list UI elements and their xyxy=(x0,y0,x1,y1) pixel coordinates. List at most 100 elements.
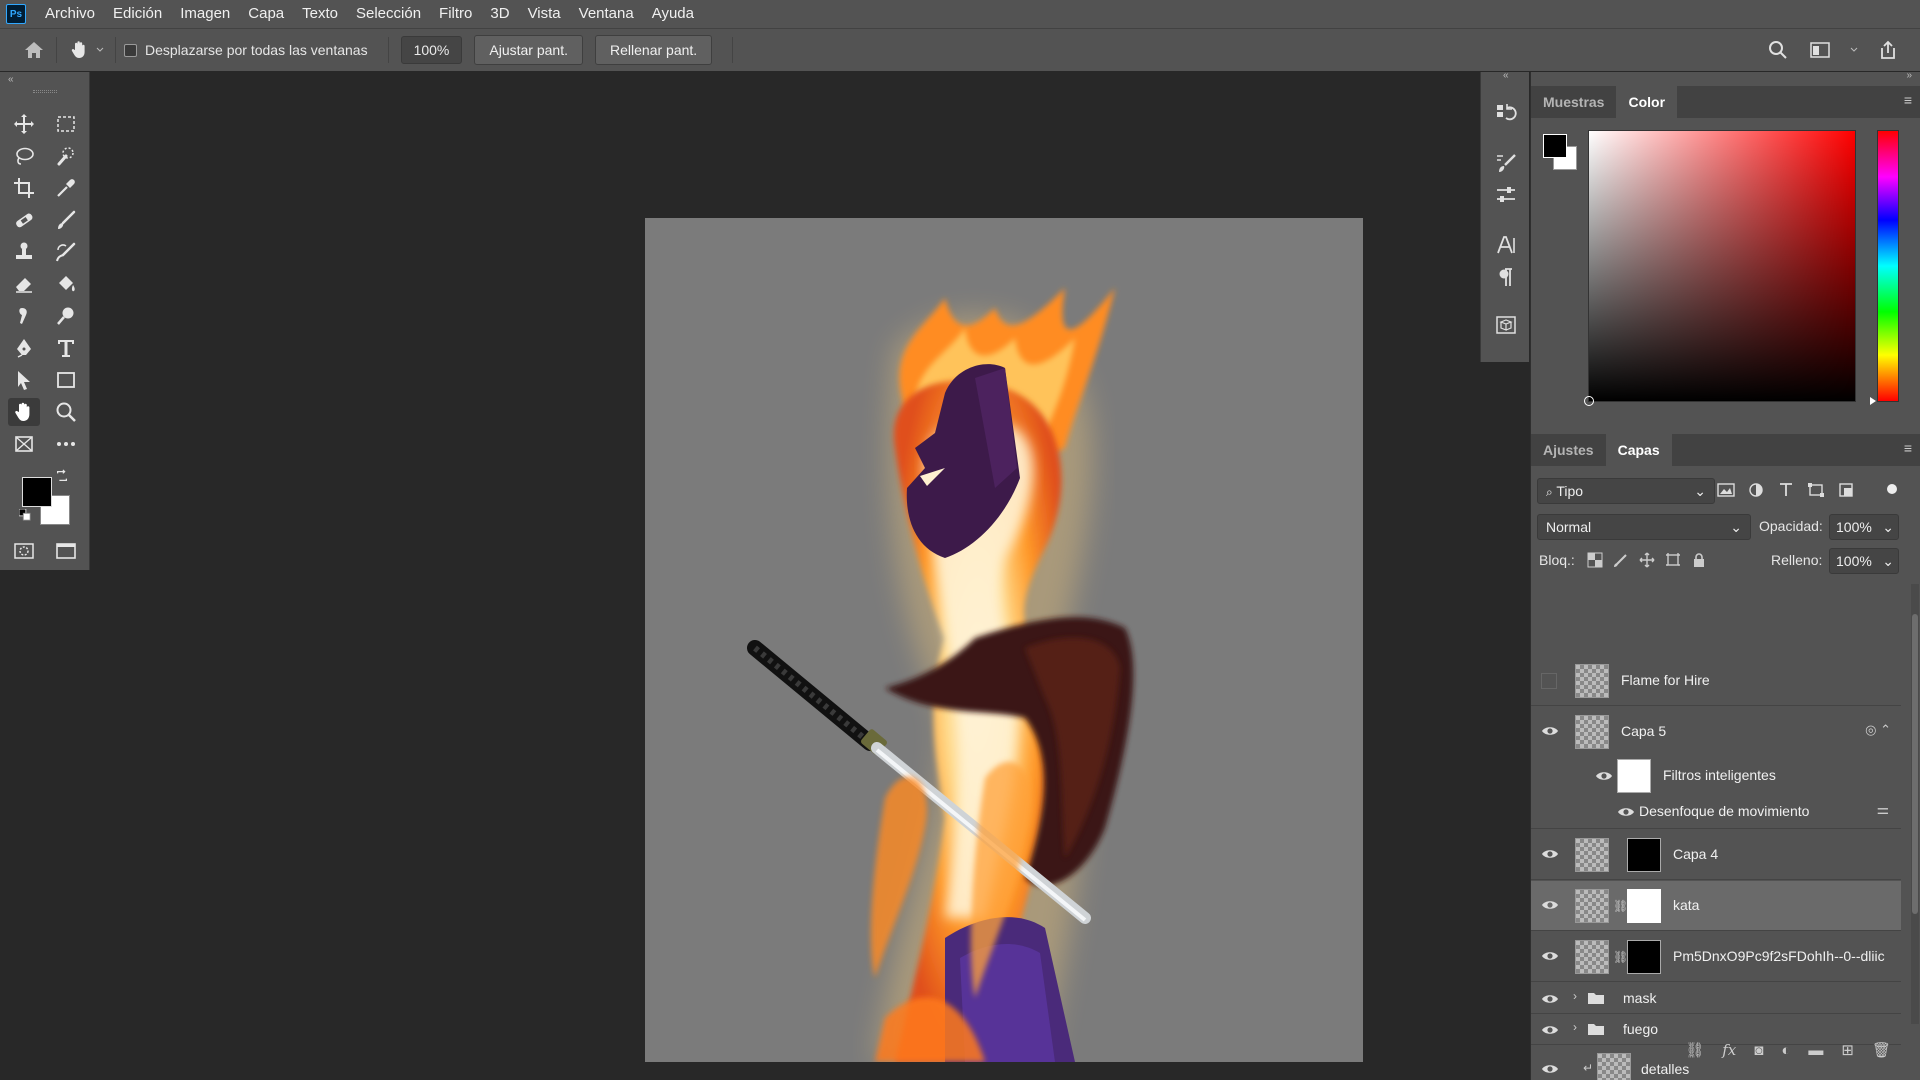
history-panel-icon[interactable] xyxy=(1493,100,1519,126)
paragraph-panel-icon[interactable] xyxy=(1493,264,1519,290)
layer-group-row[interactable]: › mask xyxy=(1531,983,1901,1014)
dodge-tool-icon[interactable] xyxy=(50,302,82,330)
layers-scrollbar[interactable] xyxy=(1911,584,1919,1024)
menu-imagen[interactable]: Imagen xyxy=(171,0,239,28)
lock-transparency-icon[interactable] xyxy=(1587,552,1603,568)
scrollbar-thumb[interactable] xyxy=(1912,614,1918,914)
brush-settings-icon[interactable] xyxy=(1493,150,1519,176)
layer-name[interactable]: Capa 5 xyxy=(1621,723,1666,739)
quick-mask-icon[interactable] xyxy=(8,537,40,565)
smart-object-filter-icon[interactable] xyxy=(1837,482,1855,498)
eyedropper-tool-icon[interactable] xyxy=(50,174,82,202)
fit-screen-button[interactable]: Ajustar pant. xyxy=(474,35,583,65)
clone-stamp-tool-icon[interactable] xyxy=(8,238,40,266)
lock-artboard-icon[interactable] xyxy=(1665,552,1681,568)
swap-colors-icon[interactable] xyxy=(54,468,70,484)
hue-slider-handle[interactable] xyxy=(1870,397,1876,405)
type-layer-filter-icon[interactable] xyxy=(1777,482,1795,498)
smudge-tool-icon[interactable] xyxy=(8,302,40,330)
3d-panel-icon[interactable] xyxy=(1493,312,1519,338)
fx-icon[interactable]: fx xyxy=(1722,1041,1736,1059)
adjustments-sliders-icon[interactable] xyxy=(1493,182,1519,208)
hand-tool-icon[interactable] xyxy=(65,36,93,64)
lock-pixels-icon[interactable] xyxy=(1613,552,1629,568)
blend-mode-select[interactable]: Normal ⌄ xyxy=(1537,514,1751,540)
layer-name[interactable]: Capa 4 xyxy=(1673,846,1718,862)
quick-selection-tool-icon[interactable] xyxy=(50,142,82,170)
character-panel-icon[interactable] xyxy=(1493,232,1519,258)
layer-row[interactable]: Capa 4 xyxy=(1531,830,1901,880)
new-group-icon[interactable]: ▬ xyxy=(1808,1042,1823,1059)
menu-texto[interactable]: Texto xyxy=(293,0,347,28)
link-mask-icon[interactable]: ⛓ xyxy=(1613,950,1628,964)
document-canvas[interactable] xyxy=(645,218,1363,1062)
shape-layer-filter-icon[interactable] xyxy=(1807,482,1825,498)
frame-tool-icon[interactable] xyxy=(8,430,40,458)
scroll-all-windows-checkbox[interactable] xyxy=(124,43,137,57)
menu-capa[interactable]: Capa xyxy=(239,0,293,28)
layer-name[interactable]: Flame for Hire xyxy=(1621,672,1710,688)
lock-all-icon[interactable] xyxy=(1691,552,1707,568)
brush-tool-icon[interactable] xyxy=(50,206,82,234)
eye-icon[interactable] xyxy=(1541,847,1559,861)
workspace-icon[interactable] xyxy=(1806,36,1834,64)
visibility-toggle-off[interactable] xyxy=(1541,673,1557,689)
layer-name[interactable]: Pm5DnxO9Pc9f2sFDohIh--0--dliic xyxy=(1673,948,1885,964)
panel-grip[interactable] xyxy=(33,90,57,93)
layer-mask-thumbnail[interactable] xyxy=(1627,940,1661,974)
type-tool-icon[interactable] xyxy=(50,334,82,362)
layer-name[interactable]: kata xyxy=(1673,897,1699,913)
tab-muestras[interactable]: Muestras xyxy=(1531,86,1616,118)
menu-archivo[interactable]: Archivo xyxy=(36,0,104,28)
eye-icon[interactable] xyxy=(1595,769,1613,783)
panel-menu-icon[interactable]: ≡ xyxy=(1904,92,1912,108)
fill-field[interactable]: 100% ⌄ xyxy=(1829,548,1899,574)
eraser-tool-icon[interactable] xyxy=(8,270,40,298)
photoshop-logo[interactable]: Ps xyxy=(6,4,26,24)
tab-color[interactable]: Color xyxy=(1616,86,1678,118)
path-selection-tool-icon[interactable] xyxy=(8,366,40,394)
chevron-right-icon[interactable]: › xyxy=(1573,989,1577,1003)
filter-blending-options-icon[interactable]: ⚌ xyxy=(1876,801,1889,818)
menu-seleccion[interactable]: Selección xyxy=(347,0,430,28)
layer-filter-select[interactable]: ⌕ Tipo ⌄ xyxy=(1537,478,1715,504)
eye-icon[interactable] xyxy=(1541,724,1559,738)
tab-capas[interactable]: Capas xyxy=(1605,434,1672,466)
new-layer-icon[interactable]: ⊞ xyxy=(1841,1041,1854,1059)
color-picker-cursor[interactable] xyxy=(1584,396,1594,406)
color-panel-foreground-swatch[interactable] xyxy=(1543,134,1567,158)
layer-row[interactable]: ⛓ kata xyxy=(1531,881,1901,931)
eye-icon[interactable] xyxy=(1617,805,1635,819)
move-tool-icon[interactable] xyxy=(8,110,40,138)
expand-icon[interactable]: » xyxy=(1906,70,1912,81)
fill-screen-button[interactable]: Rellenar pant. xyxy=(595,35,713,65)
add-mask-icon[interactable]: ◙ xyxy=(1754,1042,1763,1059)
more-tools-icon[interactable] xyxy=(50,430,82,458)
eye-icon[interactable] xyxy=(1541,949,1559,963)
pen-tool-icon[interactable] xyxy=(8,334,40,362)
adjustment-layer-filter-icon[interactable] xyxy=(1747,482,1765,498)
layer-row[interactable]: Capa 5 ◎ ⌃ xyxy=(1531,707,1901,757)
opacity-field[interactable]: 100% ⌄ xyxy=(1829,514,1899,540)
default-colors-icon[interactable] xyxy=(18,508,32,522)
link-layers-icon[interactable]: ⛓ xyxy=(1685,1041,1704,1059)
trash-icon[interactable]: 🗑 xyxy=(1872,1041,1891,1059)
search-icon[interactable] xyxy=(1764,36,1792,64)
smart-filter-indicator-icon[interactable]: ◎ ⌃ xyxy=(1865,722,1891,738)
history-brush-tool-icon[interactable] xyxy=(50,238,82,266)
screen-mode-icon[interactable] xyxy=(50,537,82,565)
layer-name[interactable]: Desenfoque de movimiento xyxy=(1639,803,1809,819)
layer-mask-thumbnail[interactable] xyxy=(1627,838,1661,872)
hand-tool-icon[interactable] xyxy=(8,398,40,426)
layer-name[interactable]: Filtros inteligentes xyxy=(1663,767,1776,783)
zoom-tool-icon[interactable] xyxy=(50,398,82,426)
menu-vista[interactable]: Vista xyxy=(519,0,570,28)
chevron-down-icon[interactable] xyxy=(93,36,107,64)
share-icon[interactable] xyxy=(1874,36,1902,64)
color-field[interactable] xyxy=(1584,130,1856,406)
rectangle-tool-icon[interactable] xyxy=(50,366,82,394)
foreground-color-swatch[interactable] xyxy=(22,477,52,507)
pixel-layer-filter-icon[interactable] xyxy=(1717,482,1735,498)
collapse-icon[interactable]: « xyxy=(1503,70,1509,81)
healing-brush-tool-icon[interactable] xyxy=(8,206,40,234)
